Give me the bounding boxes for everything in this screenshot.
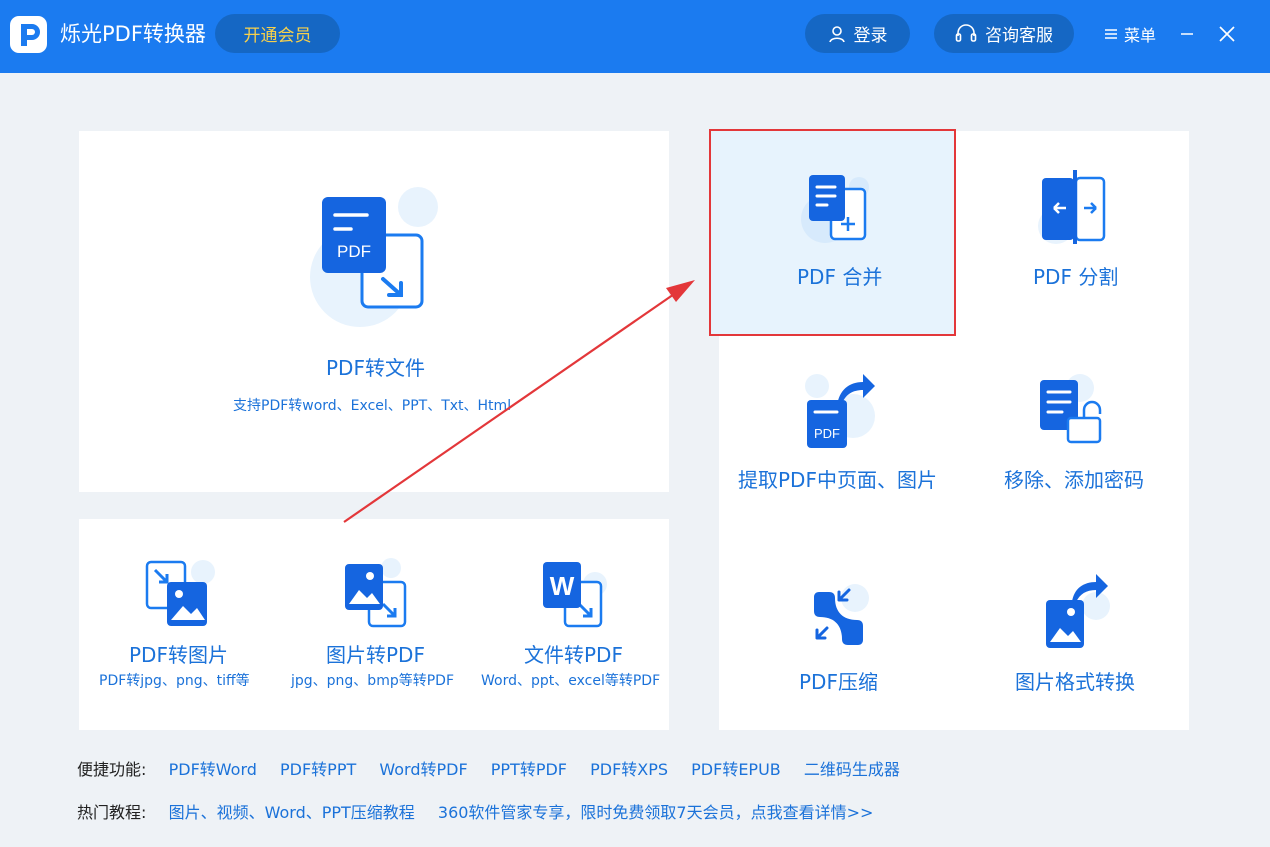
shortcut-pdf-to-xps[interactable]: PDF转XPS [590, 760, 668, 779]
annotation-arrow [343, 280, 695, 523]
shortcuts-row: 便捷功能: PDF转Word PDF转PPT Word转PDF PPT转PDF … [77, 759, 918, 781]
shortcut-qrcode-generator[interactable]: 二维码生成器 [804, 760, 900, 779]
tutorial-vip-promo[interactable]: 360软件管家专享，限时免费领取7天会员，点我查看详情>> [438, 803, 874, 822]
shortcut-ppt-to-pdf[interactable]: PPT转PDF [491, 760, 567, 779]
shortcut-pdf-to-epub[interactable]: PDF转EPUB [691, 760, 781, 779]
tutorial-compress[interactable]: 图片、视频、Word、PPT压缩教程 [169, 803, 415, 822]
shortcut-word-to-pdf[interactable]: Word转PDF [379, 760, 467, 779]
tutorials-label: 热门教程: [77, 803, 147, 822]
tutorials-row: 热门教程: 图片、视频、Word、PPT压缩教程 360软件管家专享，限时免费领… [77, 802, 891, 824]
shortcuts-label: 便捷功能: [77, 760, 147, 779]
shortcut-pdf-to-word[interactable]: PDF转Word [169, 760, 257, 779]
shortcut-pdf-to-ppt[interactable]: PDF转PPT [280, 760, 356, 779]
